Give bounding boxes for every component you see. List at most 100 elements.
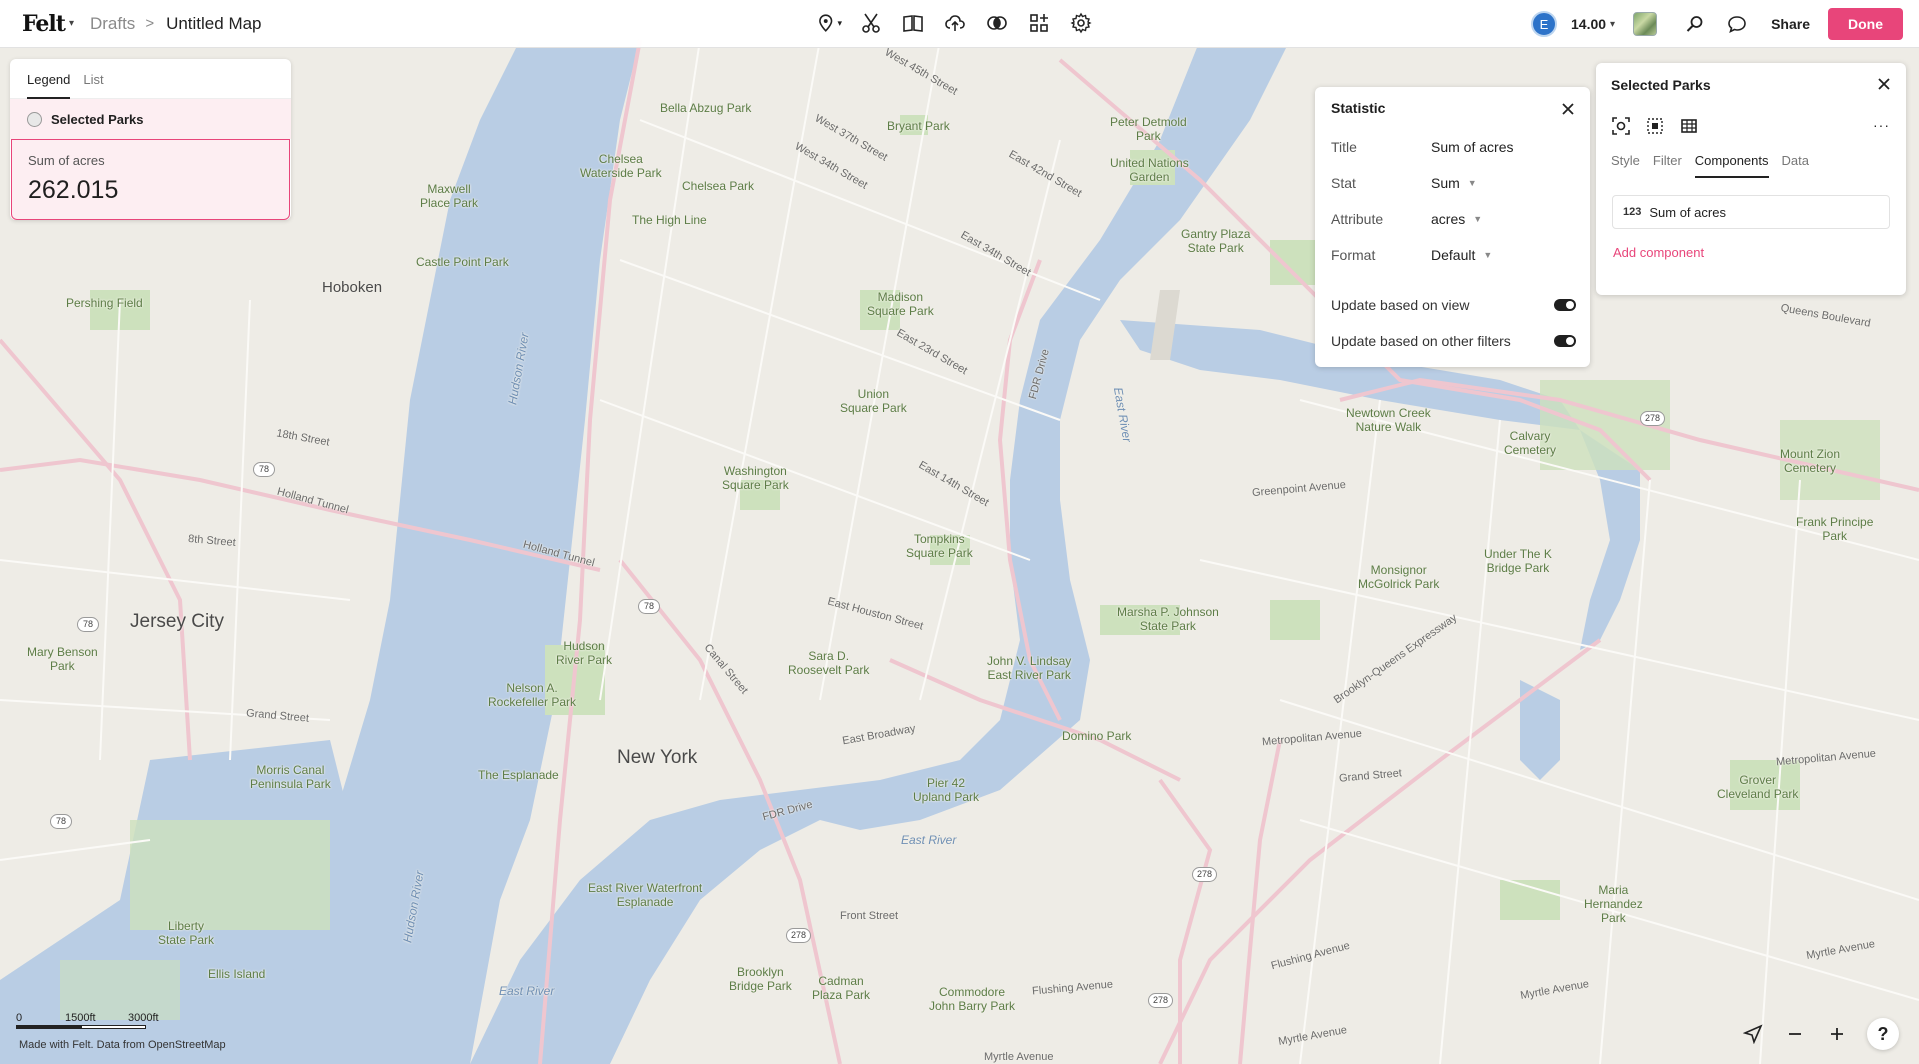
statistic-title: Sum of acres (28, 153, 105, 168)
toggle-row-filters[interactable]: Update based on other filters (1315, 323, 1590, 359)
format-select[interactable]: Default (1431, 247, 1475, 263)
chevron-down-icon[interactable]: ▼ (1483, 250, 1492, 260)
map-label: Chelsea Waterside Park (580, 152, 662, 180)
add-component-button[interactable]: Add component (1613, 245, 1906, 260)
chevron-down-icon[interactable]: ▼ (1468, 178, 1477, 188)
chevron-down-icon[interactable]: ▾ (837, 18, 842, 29)
breadcrumb-drafts[interactable]: Drafts (90, 14, 135, 34)
attribution: Made with Felt. Data from OpenStreetMap (19, 1039, 226, 1051)
statistic-card[interactable]: Sum of acres 262.015 (11, 139, 290, 220)
highway-shield: 278 (1192, 867, 1218, 882)
map-label: Pier 42 Upland Park (913, 776, 980, 804)
legend-tabs: Legend List (10, 59, 291, 99)
tab-components[interactable]: Components (1694, 153, 1769, 178)
number-icon: 123 (1623, 206, 1642, 218)
map-label: Nelson A. Rockefeller Park (488, 681, 577, 709)
tab-data[interactable]: Data (1782, 153, 1809, 178)
map-label: Hudson River Park (556, 639, 613, 667)
felt-logo[interactable]: Felt (22, 11, 66, 37)
map-label: Jersey City (130, 611, 224, 632)
highway-shield: 78 (638, 599, 660, 614)
component-label: Sum of acres (1649, 204, 1726, 220)
done-button[interactable]: Done (1828, 8, 1903, 40)
highway-shield: 278 (1148, 993, 1174, 1008)
toggle-row-view[interactable]: Update based on view (1315, 287, 1590, 323)
statistic-value: 262.015 (28, 176, 119, 204)
tab-list[interactable]: List (83, 72, 103, 99)
topbar-right: E 14.00 ▾ Share Done (1531, 8, 1903, 40)
title-field[interactable]: Sum of acres (1431, 139, 1513, 155)
highway-shield: 278 (786, 928, 812, 943)
tab-legend[interactable]: Legend (27, 72, 71, 99)
update-on-filters-toggle[interactable] (1554, 335, 1576, 347)
map-label: Castle Point Park (416, 255, 509, 269)
map-label: Pershing Field (66, 296, 143, 310)
zoom-level[interactable]: 14.00 (1571, 16, 1606, 32)
zoom-to-layer-icon[interactable] (1611, 116, 1631, 136)
top-bar: Felt ▾ Drafts > Untitled Map ▾ E 14.00 ▾ (0, 0, 1919, 48)
close-icon[interactable] (1560, 101, 1576, 117)
map-label: New York (617, 747, 698, 768)
table-icon[interactable] (1679, 116, 1699, 136)
more-options-icon[interactable]: ··· (1873, 117, 1890, 133)
chevron-down-icon[interactable]: ▾ (1610, 19, 1615, 30)
pin-tool-icon[interactable]: ▾ (816, 10, 842, 36)
layer-visibility-toggle[interactable] (27, 111, 42, 127)
stat-row-title[interactable]: Title Sum of acres (1315, 129, 1590, 165)
attribute-select[interactable]: acres (1431, 211, 1465, 227)
tab-style[interactable]: Style (1611, 153, 1640, 178)
gear-icon[interactable] (1068, 10, 1094, 36)
chevron-down-icon[interactable]: ▾ (69, 18, 74, 29)
map-label: Grover Cleveland Park (1717, 773, 1799, 801)
layer-panel-tabs: Style Filter Components Data (1596, 141, 1906, 189)
map-label: Washington Square Park (722, 464, 789, 492)
scale-bar (16, 1025, 146, 1029)
upload-icon[interactable] (942, 10, 968, 36)
map-label: Monsignor McGolrick Park (1358, 563, 1440, 591)
toggle-label: Update based on view (1331, 297, 1470, 313)
highway-shield: 78 (50, 814, 72, 829)
select-features-icon[interactable] (1645, 116, 1665, 136)
book-icon[interactable] (900, 10, 926, 36)
share-button[interactable]: Share (1771, 16, 1810, 32)
chevron-down-icon[interactable]: ▼ (1473, 214, 1482, 224)
close-icon[interactable] (1876, 76, 1892, 92)
component-item[interactable]: 123 Sum of acres (1612, 195, 1890, 229)
layers-overlap-icon[interactable] (984, 10, 1010, 36)
search-icon[interactable] (1681, 10, 1709, 38)
legend-panel: Legend List Selected Parks Sum of acres … (10, 59, 291, 220)
scale-tick: 3000ft (128, 1012, 159, 1024)
scale-labels: 0 1500ft 3000ft (16, 1012, 159, 1024)
stat-row-attribute[interactable]: Attribute acres ▼ (1315, 201, 1590, 237)
map-label: Bryant Park (887, 119, 950, 133)
map-label: Cadman Plaza Park (812, 974, 871, 1002)
scissors-icon[interactable] (858, 10, 884, 36)
basemap-thumbnail[interactable] (1633, 12, 1658, 36)
map-label: Chelsea Park (682, 179, 755, 193)
map-label: Brooklyn Bridge Park (729, 965, 792, 993)
map-label: John V. Lindsay East River Park (987, 654, 1072, 682)
stat-row-format[interactable]: Format Default ▼ (1315, 237, 1590, 273)
help-icon[interactable]: ? (1867, 1018, 1899, 1050)
components-icon[interactable] (1026, 10, 1052, 36)
map-label: Peter Detmold Park (1110, 115, 1187, 143)
map-label: Commodore John Barry Park (929, 985, 1016, 1013)
zoom-in-icon[interactable] (1825, 1022, 1849, 1046)
map-title[interactable]: Untitled Map (166, 14, 261, 34)
tab-filter[interactable]: Filter (1653, 153, 1682, 178)
scale-tick: 0 (16, 1012, 23, 1024)
scale-tick: 1500ft (65, 1012, 96, 1024)
map-label: Tompkins Square Park (906, 532, 973, 560)
avatar[interactable]: E (1531, 11, 1557, 37)
field-label: Title (1331, 139, 1357, 155)
update-on-view-toggle[interactable] (1554, 299, 1576, 311)
toolbar: ▾ (816, 10, 1094, 36)
stat-row-stat[interactable]: Stat Sum ▼ (1315, 165, 1590, 201)
comment-icon[interactable] (1723, 10, 1751, 38)
zoom-out-icon[interactable] (1783, 1022, 1807, 1046)
legend-layer-row[interactable]: Selected Parks (10, 99, 291, 139)
stat-select[interactable]: Sum (1431, 175, 1460, 191)
breadcrumb-separator: > (145, 15, 155, 32)
map-label: Liberty State Park (158, 919, 215, 947)
locate-icon[interactable] (1741, 1022, 1765, 1046)
